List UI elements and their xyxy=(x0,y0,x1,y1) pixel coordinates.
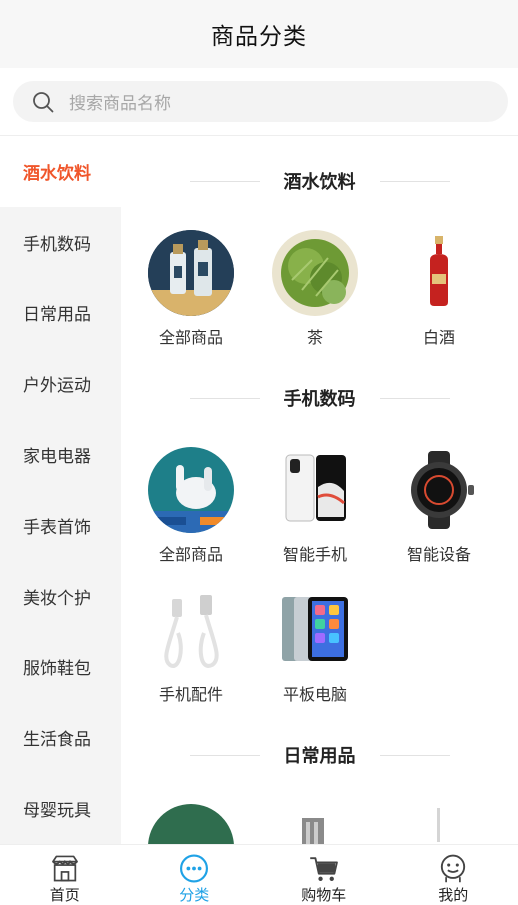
store-icon xyxy=(51,855,78,882)
sidebar-item-drinks[interactable]: 酒水饮料 xyxy=(0,136,121,207)
sidebar-item-food[interactable]: 生活食品 xyxy=(0,702,121,773)
product-thumbnail xyxy=(148,230,234,316)
subcategory-all-drinks[interactable]: 全部商品 xyxy=(129,230,253,360)
search-input[interactable]: 搜索商品名称 xyxy=(13,81,508,122)
section-title: 酒水饮料 xyxy=(283,172,356,193)
tab-profile[interactable]: 我的 xyxy=(389,845,518,905)
product-thumbnail xyxy=(396,230,482,316)
cart-icon xyxy=(309,857,338,881)
product-thumbnail xyxy=(272,447,358,533)
section-title: 日常用品 xyxy=(283,746,356,767)
section-header-digital: 手机数码 xyxy=(121,383,518,413)
product-thumbnail xyxy=(272,230,358,316)
subcategory-tea[interactable]: 茶 xyxy=(253,230,377,360)
subcategory-smartphones[interactable]: 智能手机 xyxy=(253,447,377,577)
tab-label: 我的 xyxy=(438,886,469,904)
tab-cart[interactable]: 购物车 xyxy=(259,845,389,905)
tea-leaves-image xyxy=(272,230,358,316)
sidebar-item-apparel[interactable]: 服饰鞋包 xyxy=(0,632,121,703)
smartwatch-image xyxy=(396,447,482,533)
divider xyxy=(189,397,260,399)
subcategory-daily-item-1[interactable] xyxy=(129,804,253,844)
sidebar-item-daily[interactable]: 日常用品 xyxy=(0,278,121,349)
page-header: 商品分类 xyxy=(0,0,518,68)
baijiu-bottle-image xyxy=(396,230,482,316)
subcategory-phone-accessories[interactable]: 手机配件 xyxy=(129,587,253,717)
product-thumbnail xyxy=(148,447,234,533)
bottom-tab-bar: 首页 分类 购物车 我的 xyxy=(0,844,518,905)
tab-home[interactable]: 首页 xyxy=(0,845,130,905)
tab-category[interactable]: 分类 xyxy=(130,845,260,905)
subcategory-daily-item-3[interactable] xyxy=(377,804,501,844)
category-content: 酒水饮料 全部商品 茶 白酒 手机数码 全部商品 智能手机 智能设备 手机配件 … xyxy=(121,136,518,844)
divider xyxy=(379,754,450,756)
divider xyxy=(189,180,260,182)
liquor-bottles-image xyxy=(148,230,234,316)
subcategory-label: 手机配件 xyxy=(158,685,223,704)
section-title: 手机数码 xyxy=(283,389,356,410)
sidebar-item-beauty[interactable]: 美妆个护 xyxy=(0,561,121,632)
smartphone-image xyxy=(272,447,358,533)
page-title: 商品分类 xyxy=(211,24,307,50)
toothbrush-image xyxy=(396,804,482,844)
subcategory-daily-item-2[interactable] xyxy=(253,804,377,844)
subcategory-label: 智能手机 xyxy=(282,545,347,564)
category-sidebar: 酒水饮料 手机数码 日常用品 户外运动 家电电器 手表首饰 美妆个护 服饰鞋包 … xyxy=(0,136,121,844)
profile-icon xyxy=(441,854,466,883)
sidebar-item-baby[interactable]: 母婴玩具 xyxy=(0,773,121,844)
usb-cable-image xyxy=(148,587,234,673)
sidebar-item-appliances[interactable]: 家电电器 xyxy=(0,419,121,490)
subcategory-label: 全部商品 xyxy=(158,328,223,347)
divider xyxy=(189,754,260,756)
tab-label: 首页 xyxy=(49,886,80,904)
sidebar-item-digital[interactable]: 手机数码 xyxy=(0,207,121,278)
product-thumbnail xyxy=(396,804,482,844)
sidebar-item-outdoor[interactable]: 户外运动 xyxy=(0,348,121,419)
earbuds-image xyxy=(148,447,234,533)
subcategory-label: 白酒 xyxy=(422,328,455,347)
section-header-daily: 日常用品 xyxy=(121,740,518,770)
category-icon xyxy=(180,854,209,883)
divider xyxy=(379,397,450,399)
product-thumbnail xyxy=(272,587,358,673)
subcategory-smart-devices[interactable]: 智能设备 xyxy=(377,447,501,577)
tab-label: 分类 xyxy=(179,886,210,904)
subcategory-label: 全部商品 xyxy=(158,545,223,564)
search-bar-container: 搜索商品名称 xyxy=(0,68,518,136)
sidebar-item-watches[interactable]: 手表首饰 xyxy=(0,490,121,561)
subcategory-label: 茶 xyxy=(306,328,323,347)
search-placeholder: 搜索商品名称 xyxy=(69,94,171,114)
product-thumbnail xyxy=(272,804,358,844)
product-thumbnail xyxy=(148,804,234,844)
divider xyxy=(379,180,450,182)
subcategory-tablets[interactable]: 平板电脑 xyxy=(253,587,377,717)
subcategory-all-digital[interactable]: 全部商品 xyxy=(129,447,253,577)
section-header-drinks: 酒水饮料 xyxy=(121,166,518,196)
tablet-image xyxy=(272,587,358,673)
search-icon xyxy=(33,91,54,112)
tab-label: 购物车 xyxy=(301,886,347,904)
subcategory-label: 平板电脑 xyxy=(282,685,347,704)
subcategory-baijiu[interactable]: 白酒 xyxy=(377,230,501,360)
product-thumbnail xyxy=(148,587,234,673)
subcategory-label: 智能设备 xyxy=(406,545,471,564)
tool-kit-image xyxy=(272,804,358,844)
product-thumbnail xyxy=(396,447,482,533)
